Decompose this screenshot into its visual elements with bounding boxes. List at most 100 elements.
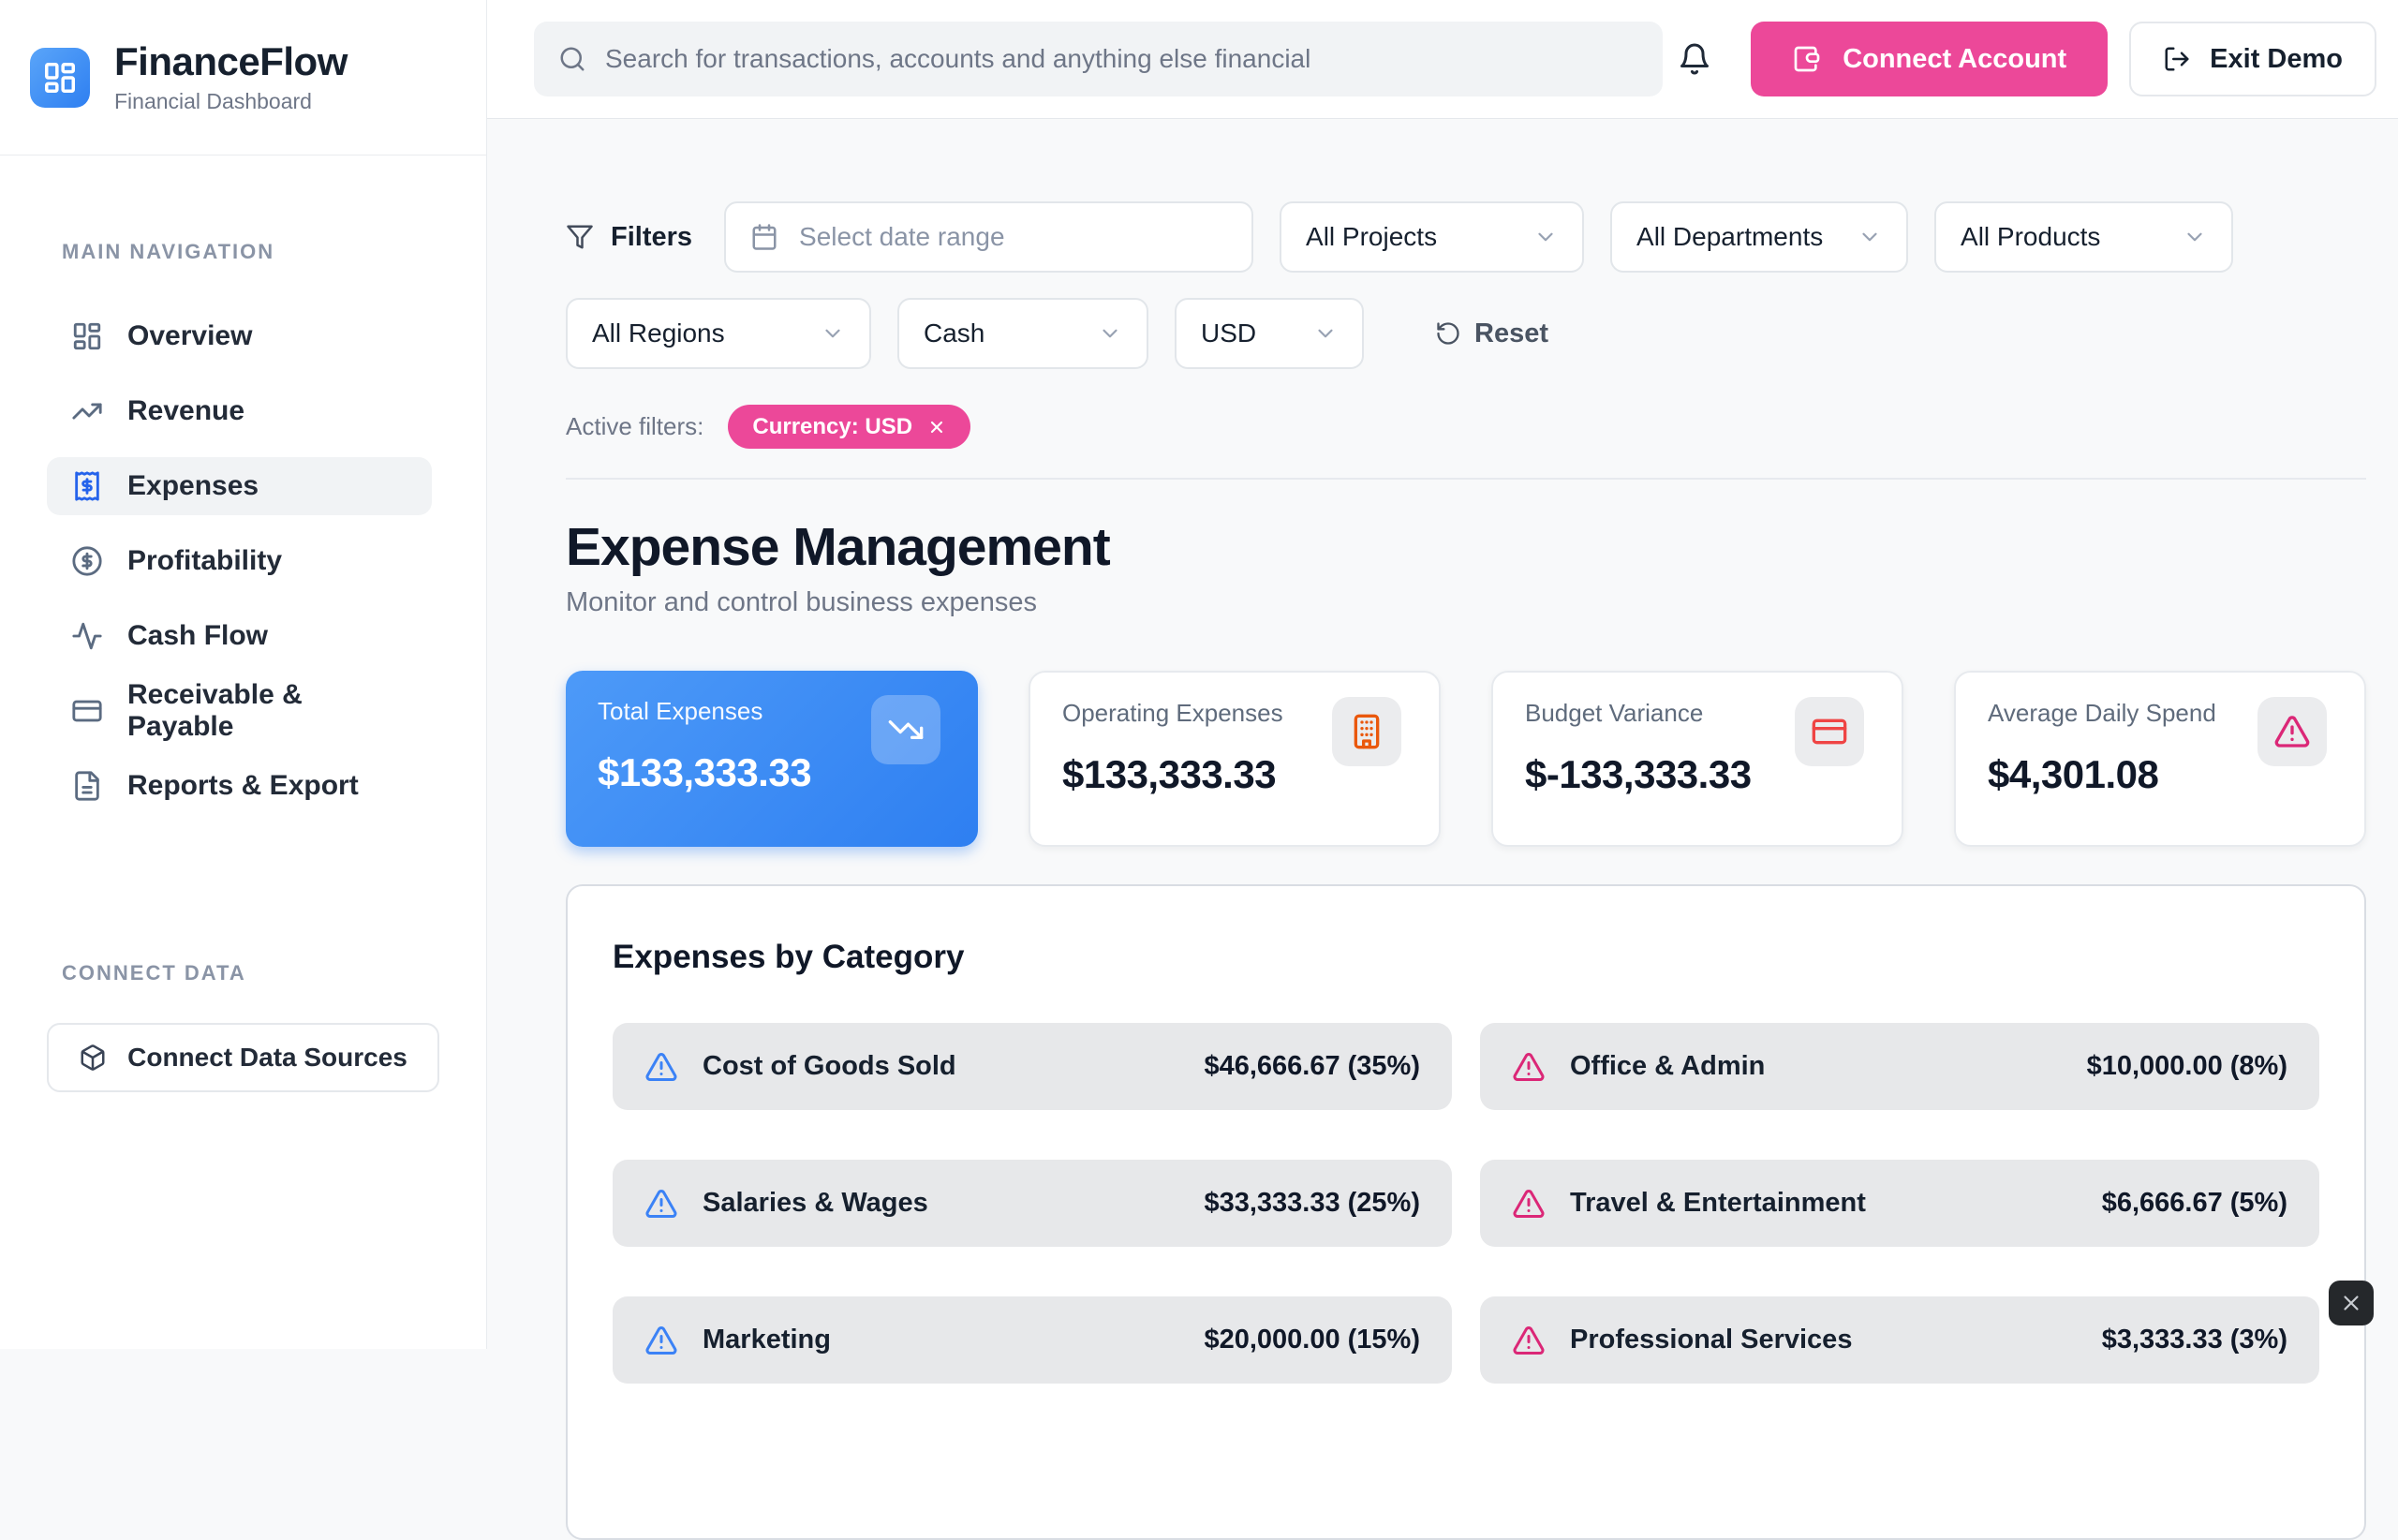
category-row-professional-services[interactable]: Professional Services $3,333.33 (3%) bbox=[1480, 1296, 2319, 1384]
chevron-down-icon bbox=[1313, 321, 1338, 346]
payment-method-select[interactable]: Cash bbox=[897, 298, 1148, 369]
package-icon bbox=[79, 1044, 107, 1072]
category-name: Office & Admin bbox=[1570, 1051, 1765, 1082]
stat-card-operating-expenses[interactable]: Operating Expenses $133,333.33 bbox=[1029, 671, 1441, 847]
page-title: Expense Management bbox=[566, 516, 2366, 578]
alert-triangle-icon bbox=[644, 1050, 678, 1084]
active-filters-row: Active filters: Currency: USD bbox=[566, 405, 2366, 449]
wallet-icon bbox=[1792, 44, 1822, 74]
trending-down-icon bbox=[871, 695, 940, 764]
products-select[interactable]: All Products bbox=[1934, 201, 2233, 273]
active-filter-chip-currency[interactable]: Currency: USD bbox=[728, 405, 970, 449]
connect-data-sources-label: Connect Data Sources bbox=[127, 1043, 407, 1073]
app-subtitle: Financial Dashboard bbox=[114, 89, 348, 114]
filters-row-1: Filters Select date range All Projects A… bbox=[566, 201, 2366, 273]
connect-account-button[interactable]: Connect Account bbox=[1751, 22, 2108, 96]
sidebar-item-reports-export[interactable]: Reports & Export bbox=[47, 757, 432, 815]
brand: FinanceFlow Financial Dashboard bbox=[0, 0, 486, 155]
exit-demo-label: Exit Demo bbox=[2210, 44, 2343, 75]
stat-card-total-expenses[interactable]: Total Expenses $133,333.33 bbox=[566, 671, 978, 847]
sidebar-item-label: Reports & Export bbox=[127, 770, 359, 802]
stat-card-budget-variance[interactable]: Budget Variance $-133,333.33 bbox=[1491, 671, 1903, 847]
trending-up-icon bbox=[71, 395, 103, 427]
search-icon bbox=[558, 45, 586, 73]
category-name: Salaries & Wages bbox=[703, 1188, 928, 1219]
chevron-down-icon bbox=[1098, 321, 1122, 346]
circle-dollar-icon bbox=[71, 545, 103, 577]
sidebar-item-cash-flow[interactable]: Cash Flow bbox=[47, 607, 432, 665]
category-name: Marketing bbox=[703, 1325, 831, 1355]
alert-triangle-icon bbox=[644, 1187, 678, 1221]
calendar-icon bbox=[750, 223, 778, 251]
category-name: Travel & Entertainment bbox=[1570, 1188, 1866, 1219]
log-out-icon bbox=[2163, 45, 2191, 73]
close-icon[interactable] bbox=[927, 418, 946, 437]
exit-demo-button[interactable]: Exit Demo bbox=[2129, 22, 2376, 96]
reset-filters-label: Reset bbox=[1474, 318, 1548, 349]
sidebar-item-label: Expenses bbox=[127, 470, 259, 502]
notifications-button[interactable] bbox=[1678, 42, 1711, 76]
sidebar-item-profitability[interactable]: Profitability bbox=[47, 532, 432, 590]
connect-data-heading: CONNECT DATA bbox=[62, 961, 486, 985]
sidebar-item-expenses[interactable]: Expenses bbox=[47, 457, 432, 515]
category-amount: $20,000.00 (15%) bbox=[1204, 1325, 1420, 1355]
category-row-salaries-wages[interactable]: Salaries & Wages $33,333.33 (25%) bbox=[613, 1160, 1452, 1247]
sidebar: FinanceFlow Financial Dashboard MAIN NAV… bbox=[0, 0, 487, 1349]
alert-triangle-icon bbox=[2257, 697, 2327, 766]
sidebar-item-label: Profitability bbox=[127, 545, 282, 577]
stat-cards: Total Expenses $133,333.33 Operating Exp… bbox=[566, 671, 2366, 847]
credit-card-icon bbox=[71, 695, 103, 727]
sidebar-item-revenue[interactable]: Revenue bbox=[47, 382, 432, 440]
nav-section-heading: MAIN NAVIGATION bbox=[62, 240, 486, 264]
filters-heading-label: Filters bbox=[611, 222, 692, 253]
categories-grid: Cost of Goods Sold $46,666.67 (35%) Offi… bbox=[613, 1023, 2319, 1384]
alert-triangle-icon bbox=[1512, 1324, 1546, 1357]
app-logo-icon bbox=[30, 48, 90, 108]
receipt-icon bbox=[71, 470, 103, 502]
activity-icon bbox=[71, 620, 103, 652]
main-navigation: Overview Revenue Expenses Profitability … bbox=[0, 307, 486, 832]
category-row-travel-entertainment[interactable]: Travel & Entertainment $6,666.67 (5%) bbox=[1480, 1160, 2319, 1247]
regions-select[interactable]: All Regions bbox=[566, 298, 871, 369]
category-amount: $10,000.00 (8%) bbox=[2087, 1051, 2287, 1082]
top-bar: Connect Account Exit Demo bbox=[487, 0, 2398, 119]
main-area: Connect Account Exit Demo Filters Select… bbox=[487, 0, 2398, 1349]
filter-funnel-icon bbox=[566, 223, 594, 251]
chevron-down-icon bbox=[1858, 225, 1882, 249]
active-filter-chip-label: Currency: USD bbox=[752, 414, 912, 440]
rotate-ccw-icon bbox=[1435, 320, 1461, 347]
page-content: Filters Select date range All Projects A… bbox=[487, 119, 2398, 1540]
sidebar-item-receivable-payable[interactable]: Receivable & Payable bbox=[47, 682, 432, 740]
global-search[interactable] bbox=[534, 22, 1663, 96]
layout-dashboard-icon bbox=[71, 320, 103, 352]
category-row-office-admin[interactable]: Office & Admin $10,000.00 (8%) bbox=[1480, 1023, 2319, 1110]
categories-title: Expenses by Category bbox=[613, 939, 2319, 976]
projects-select-value: All Projects bbox=[1306, 222, 1437, 252]
currency-select[interactable]: USD bbox=[1175, 298, 1364, 369]
category-amount: $46,666.67 (35%) bbox=[1204, 1051, 1420, 1082]
departments-select[interactable]: All Departments bbox=[1610, 201, 1908, 273]
filters-heading: Filters bbox=[566, 222, 692, 253]
sidebar-item-overview[interactable]: Overview bbox=[47, 307, 432, 365]
date-range-placeholder: Select date range bbox=[799, 222, 1005, 252]
expenses-by-category-card: Expenses by Category Cost of Goods Sold … bbox=[566, 884, 2366, 1540]
sidebar-item-label: Revenue bbox=[127, 395, 244, 427]
departments-select-value: All Departments bbox=[1636, 222, 1823, 252]
category-amount: $33,333.33 (25%) bbox=[1204, 1188, 1420, 1219]
stat-card-average-daily-spend[interactable]: Average Daily Spend $4,301.08 bbox=[1954, 671, 2366, 847]
brand-text: FinanceFlow Financial Dashboard bbox=[114, 40, 348, 113]
connect-data-sources-button[interactable]: Connect Data Sources bbox=[47, 1023, 439, 1092]
projects-select[interactable]: All Projects bbox=[1280, 201, 1584, 273]
alert-triangle-icon bbox=[1512, 1050, 1546, 1084]
category-row-marketing[interactable]: Marketing $20,000.00 (15%) bbox=[613, 1296, 1452, 1384]
category-row-cost-of-goods-sold[interactable]: Cost of Goods Sold $46,666.67 (35%) bbox=[613, 1023, 1452, 1110]
reset-filters-button[interactable]: Reset bbox=[1435, 318, 1548, 349]
category-amount: $3,333.33 (3%) bbox=[2102, 1325, 2287, 1355]
search-input[interactable] bbox=[605, 44, 1638, 74]
bell-icon bbox=[1678, 42, 1711, 76]
close-overlay-button[interactable] bbox=[2329, 1281, 2374, 1325]
chevron-down-icon bbox=[2183, 225, 2207, 249]
date-range-input[interactable]: Select date range bbox=[724, 201, 1253, 273]
products-select-value: All Products bbox=[1961, 222, 2100, 252]
currency-select-value: USD bbox=[1201, 318, 1256, 348]
